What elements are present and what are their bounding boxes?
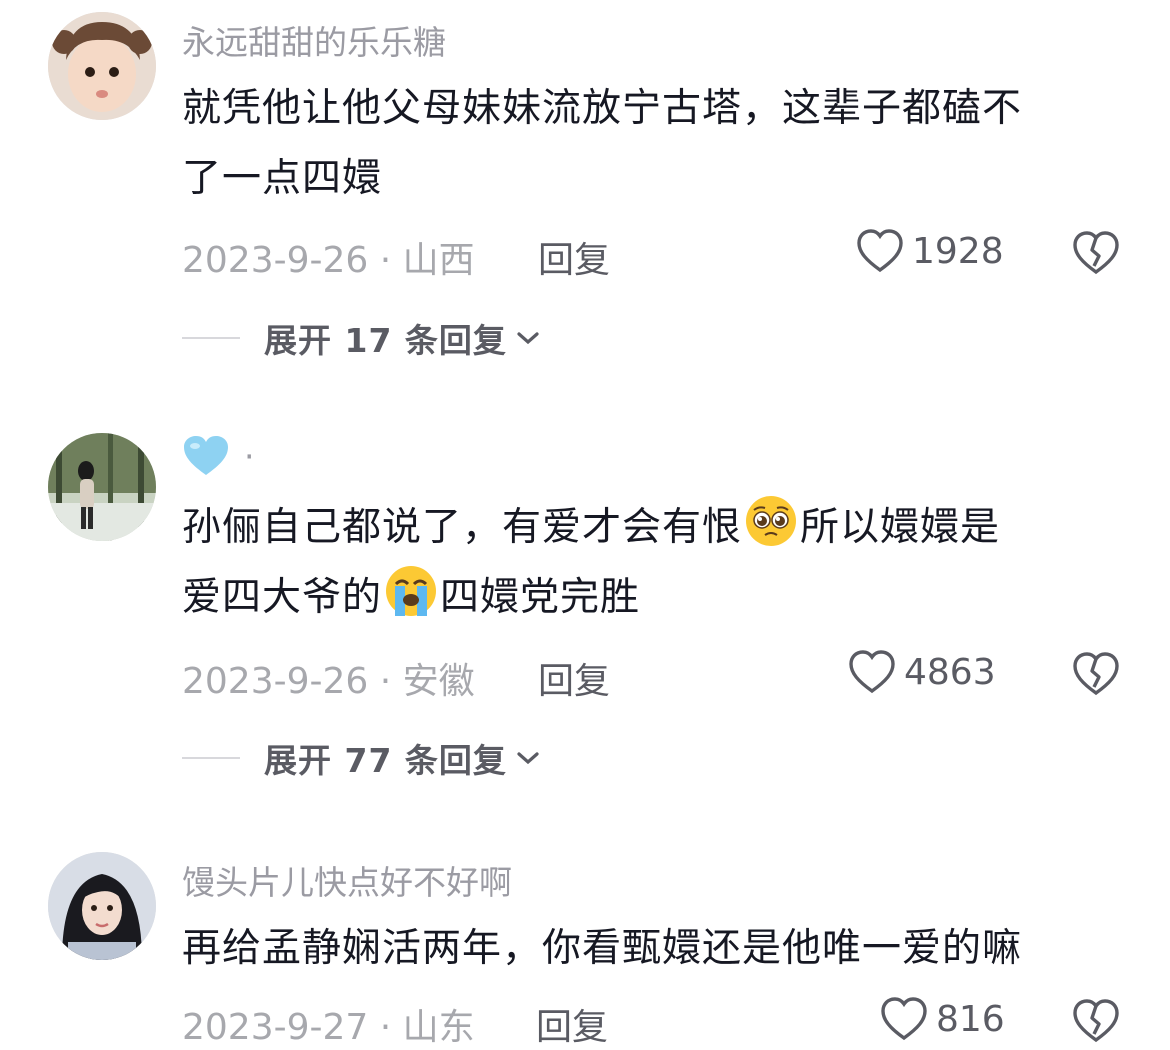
chevron-down-icon — [517, 752, 539, 765]
comment-text-line: 再给孟静娴活两年，你看甄嬛还是他唯一爱的嘛 — [182, 926, 1023, 971]
expand-replies-button[interactable]: 展开 77 条回复 — [182, 734, 541, 782]
comment-text: 孙俪自己都说了，有爱才会有恨 所以嬛嬛是 爱四大爷的 四嬛党完胜 — [182, 493, 1112, 633]
comment-text-line: 爱四大爷的 四嬛党完胜 — [182, 563, 1112, 633]
avatar[interactable] — [48, 433, 156, 541]
like-count: 816 — [936, 998, 1005, 1040]
like-button[interactable]: 816 — [880, 996, 1005, 1042]
comment-text-line: 孙俪自己都说了，有爱才会有恨 所以嬛嬛是 — [182, 493, 1112, 563]
expand-replies-label: 展开 77 条回复 — [264, 741, 507, 780]
expand-replies-label: 展开 17 条回复 — [264, 321, 507, 360]
chevron-down-icon — [517, 332, 539, 345]
date-location: 2023-9-27 · 山东 — [182, 1007, 475, 1048]
broken-heart-icon[interactable] — [1072, 230, 1120, 278]
username[interactable]: 馒头片儿快点好不好啊 — [182, 856, 512, 904]
comment-text-line: 就凭他让他父母妹妹流放宁古塔，这辈子都磕不 — [182, 86, 1023, 131]
reply-button[interactable]: 回复 — [536, 998, 608, 1050]
avatar[interactable] — [48, 12, 156, 120]
divider — [182, 337, 240, 339]
like-count: 1928 — [912, 230, 1004, 272]
avatar[interactable] — [48, 852, 156, 960]
heart-icon — [849, 650, 895, 694]
pleading-face-emoji-icon — [746, 496, 797, 546]
heart-icon — [881, 997, 927, 1041]
like-count: 4863 — [904, 651, 996, 693]
expand-replies-button[interactable]: 展开 17 条回复 — [182, 314, 541, 362]
comment-text: 再给孟静娴活两年，你看甄嬛还是他唯一爱的嘛 — [182, 914, 1112, 984]
text-segment: 所以嬛嬛是 — [800, 505, 1001, 550]
reply-button[interactable]: 回复 — [538, 652, 610, 704]
username[interactable]: · — [182, 434, 255, 478]
date-location: 2023-9-26 · 山西 — [182, 240, 475, 281]
comment-text-line: 了一点四嬛 — [182, 156, 383, 201]
broken-heart-icon[interactable] — [1072, 651, 1120, 699]
username[interactable]: 永远甜甜的乐乐糖 — [182, 16, 446, 64]
username-text: · — [244, 436, 255, 476]
broken-heart-icon[interactable] — [1072, 998, 1120, 1046]
like-button[interactable]: 4863 — [848, 649, 996, 695]
loudly-crying-face-emoji-icon — [386, 566, 437, 616]
divider — [182, 757, 240, 759]
comment-text: 就凭他让他父母妹妹流放宁古塔，这辈子都磕不 了一点四嬛 — [182, 74, 1112, 214]
text-segment: 爱四大爷的 — [182, 575, 383, 620]
text-segment: 四嬛党完胜 — [440, 575, 641, 620]
reply-button[interactable]: 回复 — [538, 231, 610, 283]
date-location: 2023-9-26 · 安徽 — [182, 661, 475, 702]
light-blue-heart-icon — [184, 436, 228, 475]
heart-icon — [857, 229, 903, 273]
text-segment: 孙俪自己都说了，有爱才会有恨 — [182, 505, 743, 550]
like-button[interactable]: 1928 — [856, 228, 1004, 274]
